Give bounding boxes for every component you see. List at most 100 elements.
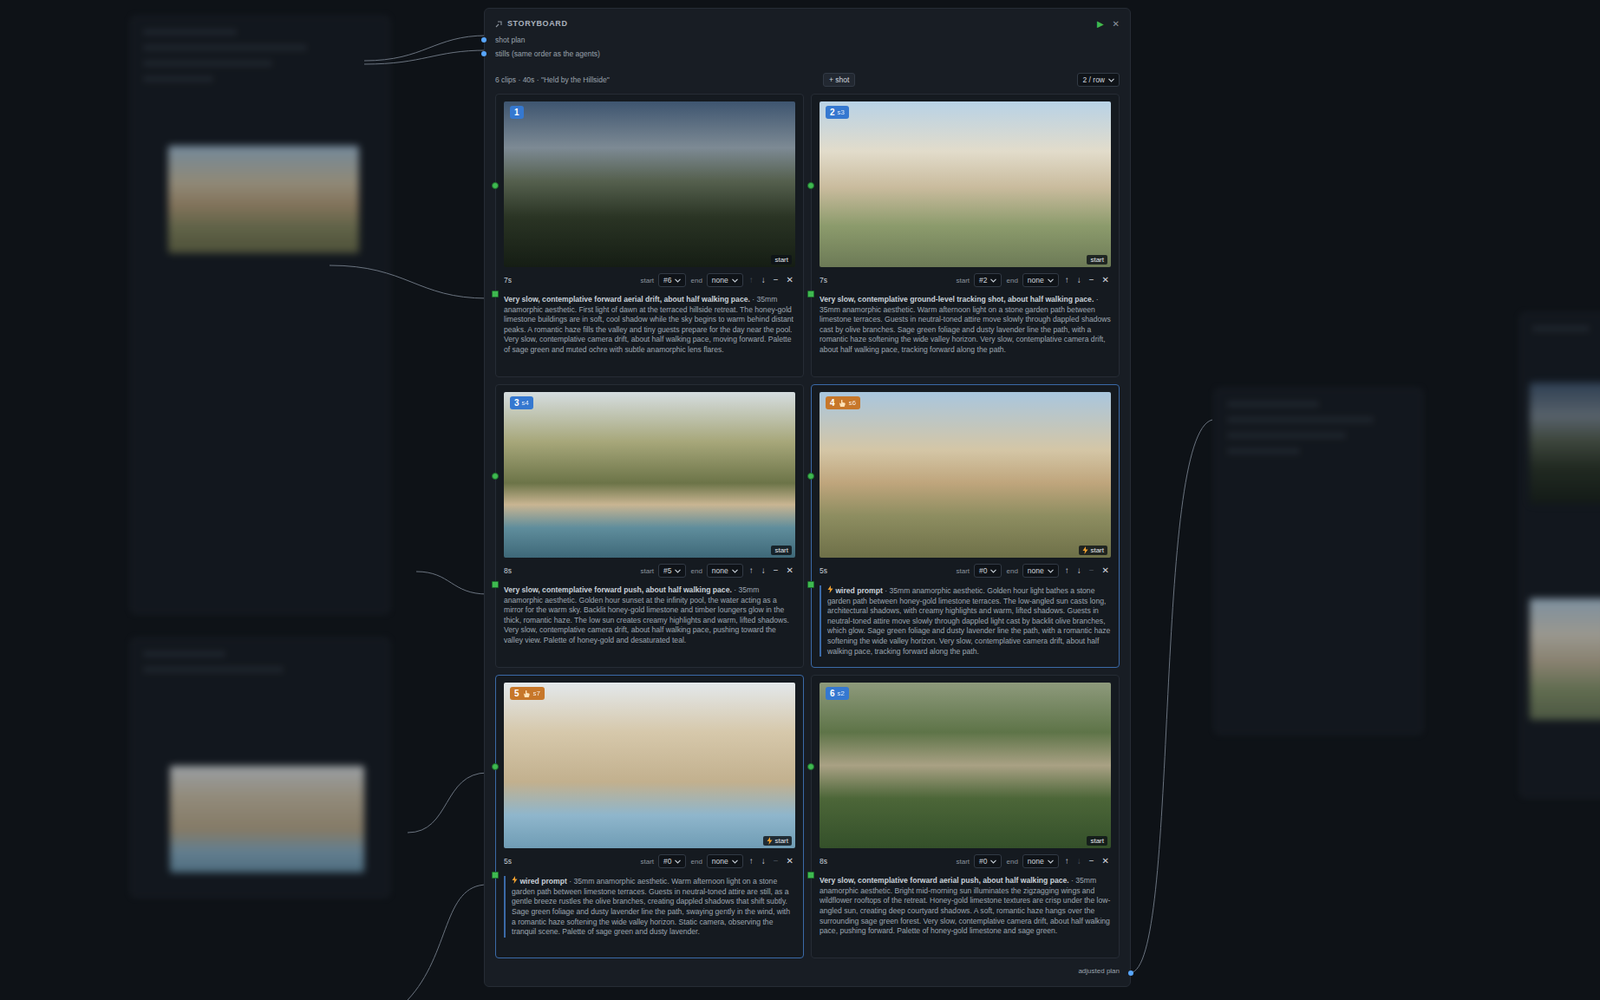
chevron-down-icon [731, 859, 738, 864]
shot-action-button[interactable]: ↑ [747, 275, 756, 285]
end-select[interactable]: none [706, 854, 744, 869]
shot-action-button[interactable]: ↓ [759, 566, 768, 575]
add-shot-button[interactable]: + shot [822, 72, 856, 87]
shot-card[interactable]: 2s3start7sstart#2endnone↑↓−✕ Very slow, … [810, 93, 1120, 378]
shot-badge: 6s2 [825, 686, 849, 700]
shot-action-button[interactable]: − [771, 566, 781, 575]
shot-action-button[interactable]: − [1087, 275, 1097, 285]
chevron-down-icon [674, 859, 681, 864]
end-select[interactable]: none [706, 273, 744, 288]
start-select[interactable]: #0 [973, 563, 1002, 578]
shot-action-button[interactable]: ↑ [1063, 566, 1072, 575]
end-select[interactable]: none [1022, 854, 1059, 869]
shot-card[interactable]: 1start7sstart#6endnone↑↓−✕ Very slow, co… [495, 93, 804, 378]
shot-prompt[interactable]: Very slow, contemplative forward push, a… [503, 585, 796, 647]
shot-action-button[interactable]: ↑ [1063, 856, 1072, 866]
input-socket: stills (same order as the agents) [495, 46, 1120, 61]
prompt-port[interactable] [491, 581, 499, 588]
prompt-port[interactable] [807, 290, 815, 298]
frame-tag: start [770, 254, 792, 265]
node-canvas[interactable]: STORYBOARD▶✕shot planstills (same order … [0, 0, 1600, 1000]
shot-action-button[interactable]: ↓ [759, 856, 768, 866]
input-port[interactable] [481, 37, 487, 43]
shot-action-button[interactable]: ✕ [1100, 856, 1111, 866]
shot-badge: 3s4 [509, 396, 534, 410]
shot-action-button[interactable]: − [771, 856, 781, 866]
storyboard-panel[interactable]: STORYBOARD▶✕shot planstills (same order … [483, 7, 1131, 987]
frame-tag: start [770, 545, 792, 556]
start-select[interactable]: #6 [658, 273, 686, 288]
shot-controls: 8sstart#5endnone↑↓−✕ [503, 562, 796, 579]
shot-controls: 7sstart#2endnone↑↓−✕ [819, 272, 1111, 288]
shot-still: 3s4 start [503, 391, 796, 558]
prompt-port[interactable] [807, 871, 815, 879]
shot-action-button[interactable]: ✕ [784, 856, 796, 866]
image-port[interactable] [491, 182, 499, 190]
prompt-port[interactable] [807, 581, 815, 588]
end-select[interactable]: none [1022, 563, 1059, 578]
chevron-down-icon [1047, 568, 1054, 574]
prompt-port[interactable] [491, 871, 499, 879]
shot-still: 5s7start [503, 682, 796, 849]
shot-prompt[interactable]: wired prompt · 35mm anamorphic aesthetic… [819, 585, 1111, 657]
chevron-down-icon [1047, 278, 1054, 283]
image-port[interactable] [491, 763, 499, 771]
image-port[interactable] [807, 763, 815, 771]
shot-action-button[interactable]: − [1087, 856, 1097, 866]
start-select[interactable]: #0 [973, 854, 1002, 869]
shot-duration[interactable]: 5s [819, 566, 828, 575]
end-select[interactable]: none [1022, 273, 1059, 288]
image-port[interactable] [491, 472, 499, 480]
shot-action-button[interactable]: ✕ [1100, 566, 1111, 575]
shot-prompt[interactable]: Very slow, contemplative forward aerial … [503, 294, 796, 356]
frame-tag: start [763, 835, 792, 846]
start-select[interactable]: #0 [658, 854, 686, 869]
shot-action-button[interactable]: ↑ [747, 566, 756, 575]
input-port[interactable] [481, 51, 487, 57]
shot-action-button[interactable]: ↑ [1063, 275, 1072, 285]
shot-action-button[interactable]: ✕ [784, 566, 796, 575]
per-row-select[interactable]: 2 / row [1077, 72, 1120, 87]
output-socket: adjusted plan [495, 966, 1120, 980]
shot-action-button[interactable]: ↑ [747, 856, 756, 866]
shot-action-button[interactable]: ↓ [1075, 856, 1084, 866]
bolt-icon [1082, 546, 1089, 555]
shot-duration[interactable]: 7s [503, 275, 512, 285]
prompt-port[interactable] [491, 290, 499, 298]
shot-action-button[interactable]: − [771, 275, 781, 285]
shot-card[interactable]: 4s6start5sstart#0endnone↑↓−✕ wired promp… [810, 384, 1120, 668]
shot-action-button[interactable]: ↓ [759, 275, 768, 285]
shot-card[interactable]: 6s2start8sstart#0endnone↑↓−✕ Very slow, … [810, 674, 1120, 959]
shot-badge: 1 [509, 105, 524, 119]
start-select[interactable]: #5 [658, 563, 686, 578]
shot-action-button[interactable]: − [1087, 566, 1097, 575]
shot-controls: 5sstart#0endnone↑↓−✕ [819, 562, 1111, 579]
chevron-down-icon [674, 568, 681, 574]
shot-card[interactable]: 3s4 start 8sstart#5endnone↑↓−✕ Very slow, … [495, 384, 804, 668]
chevron-down-icon [1108, 78, 1115, 83]
shot-action-button[interactable]: ↓ [1075, 566, 1084, 575]
bolt-icon [511, 875, 518, 884]
shot-duration[interactable]: 8s [503, 566, 512, 575]
shot-prompt[interactable]: Very slow, contemplative forward aerial … [819, 875, 1111, 937]
shot-duration[interactable]: 8s [819, 856, 828, 866]
start-select[interactable]: #2 [973, 273, 1002, 288]
background-node [130, 15, 391, 614]
shot-still: 1 start [503, 101, 796, 268]
run-button[interactable]: ▶ [1097, 19, 1104, 29]
shot-prompt[interactable]: wired prompt · 35mm anamorphic aesthetic… [503, 875, 796, 938]
shot-still: 6s2start [819, 682, 1111, 849]
shot-prompt[interactable]: Very slow, contemplative ground-level tr… [819, 294, 1111, 356]
shot-action-button[interactable]: ↓ [1075, 275, 1084, 285]
close-button[interactable]: ✕ [1112, 19, 1120, 29]
shot-action-button[interactable]: ✕ [1100, 275, 1111, 285]
chevron-down-icon [731, 568, 738, 574]
output-port[interactable] [1128, 970, 1134, 976]
shot-duration[interactable]: 5s [503, 856, 512, 866]
shot-action-button[interactable]: ✕ [784, 275, 796, 285]
end-select[interactable]: none [706, 563, 744, 578]
image-port[interactable] [807, 182, 815, 190]
shot-card[interactable]: 5s7start5sstart#0endnone↑↓−✕ wired promp… [495, 674, 804, 959]
image-port[interactable] [807, 472, 815, 480]
shot-duration[interactable]: 7s [819, 275, 828, 285]
